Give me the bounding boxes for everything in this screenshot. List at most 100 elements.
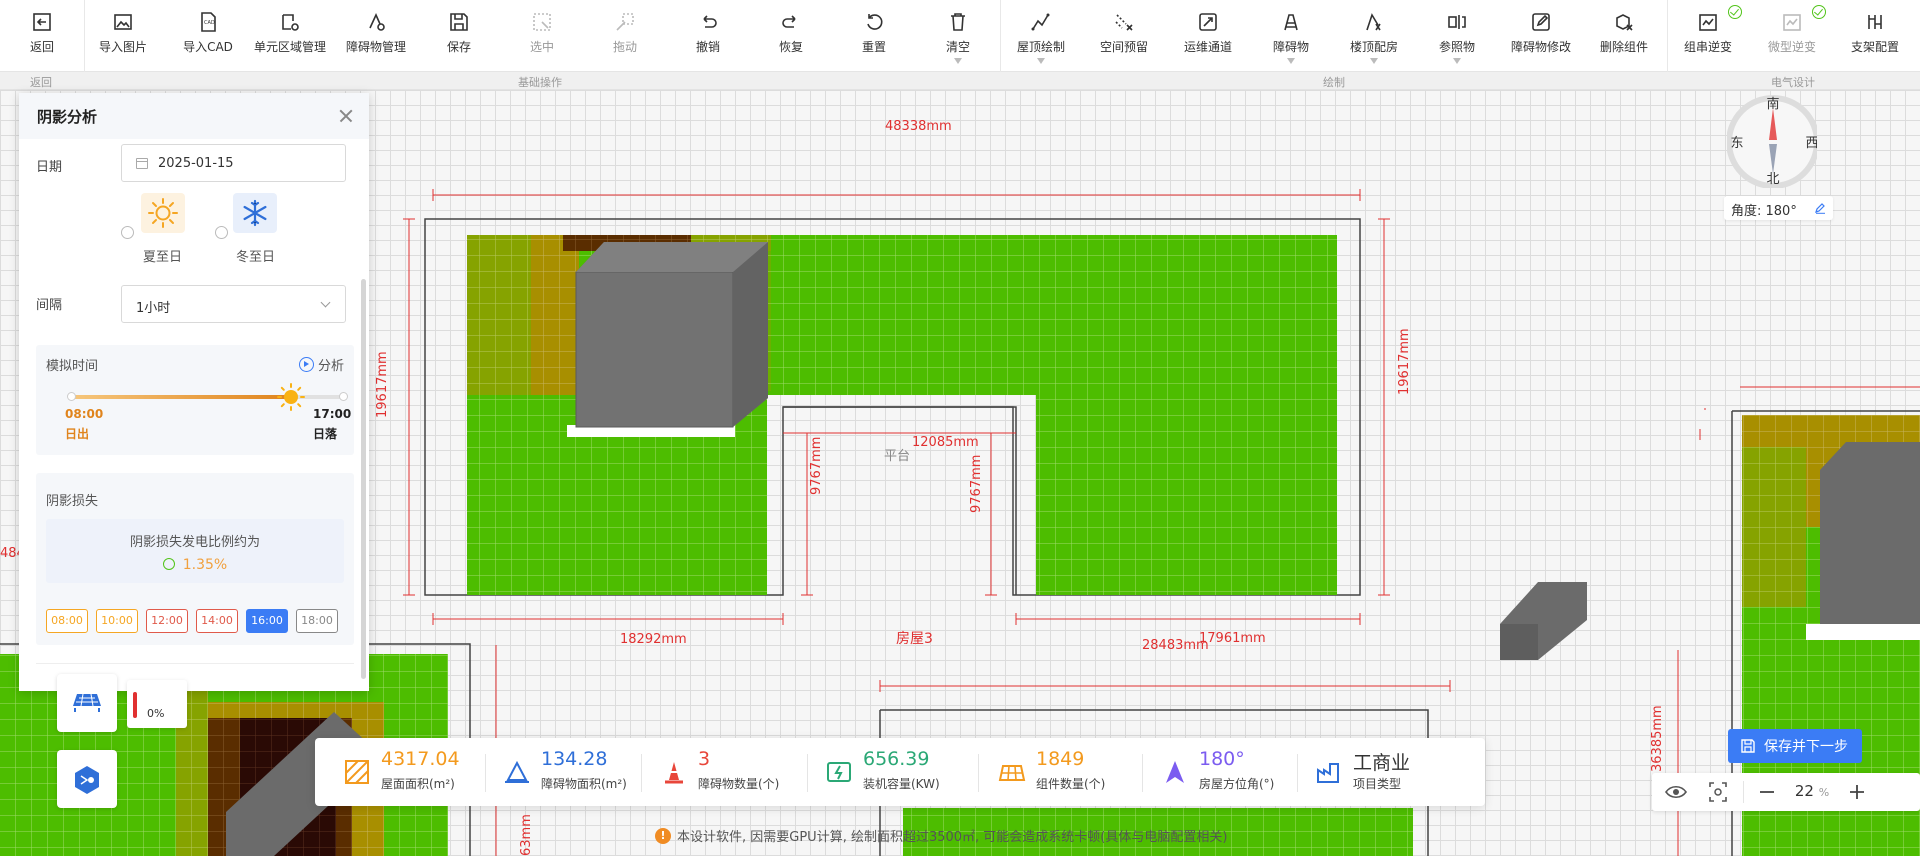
compass-north: 北 bbox=[1766, 172, 1779, 187]
refresh-icon bbox=[162, 558, 175, 570]
obstacle-box[interactable] bbox=[1500, 582, 1587, 660]
hour-button-1400[interactable]: 14:00 bbox=[196, 609, 238, 633]
string-inverter-icon bbox=[1699, 14, 1717, 31]
tool-space-reserve[interactable]: 空间预留 bbox=[1084, 6, 1164, 56]
zoom-out-icon[interactable] bbox=[1752, 773, 1782, 811]
edit-icon[interactable] bbox=[1814, 202, 1826, 214]
tool-save[interactable]: 保存 bbox=[419, 6, 499, 56]
capacity-icon bbox=[827, 762, 851, 782]
zoom-value[interactable]: 22 % bbox=[1787, 782, 1837, 802]
tool-label: 微型逆变 bbox=[1767, 40, 1816, 54]
tool-cad-import[interactable]: CAD 导入CAD bbox=[168, 6, 248, 56]
tool-label: 参照物 bbox=[1438, 40, 1475, 54]
tool-bracket-config[interactable]: 支架配置 bbox=[1835, 6, 1915, 56]
toolbar-divider bbox=[84, 0, 85, 72]
redo-icon bbox=[782, 15, 796, 28]
stat-divider bbox=[485, 754, 486, 792]
interval-value: 1小时 bbox=[136, 301, 171, 316]
shadow-loss-summary: 阴影损失发电比例约为 1.35% bbox=[46, 519, 344, 583]
zoom-divider bbox=[1743, 781, 1744, 803]
tool-image-import[interactable]: 导入图片 bbox=[83, 6, 163, 56]
zoom-in-icon[interactable] bbox=[1842, 773, 1872, 811]
building-main[interactable] bbox=[424, 218, 1361, 596]
stat-value: 180° bbox=[1199, 748, 1245, 770]
tool-label: 障碍物 bbox=[1272, 40, 1309, 54]
hour-button-1600[interactable]: 16:00 bbox=[246, 609, 288, 633]
fit-screen-icon[interactable] bbox=[1704, 773, 1732, 811]
tool-label: 单元区域管理 bbox=[253, 40, 326, 54]
tool-micro-inverter[interactable]: 微型逆变 bbox=[1752, 5, 1832, 56]
summer-solstice-radio[interactable] bbox=[121, 226, 134, 239]
tool-label: 组串逆变 bbox=[1683, 40, 1732, 54]
micro-inverter-icon bbox=[1783, 14, 1801, 31]
component-tool-button[interactable] bbox=[57, 750, 117, 808]
stat-label: 障碍物面积(m²) bbox=[541, 777, 627, 791]
caret-down-icon bbox=[1287, 58, 1295, 64]
tool-undo[interactable]: 撤销 bbox=[668, 6, 748, 56]
time-slider[interactable] bbox=[67, 383, 348, 411]
summer-solstice-label: 夏至日 bbox=[143, 250, 183, 265]
clear-icon bbox=[951, 13, 965, 31]
tool-obstacle-edit[interactable]: 障碍物修改 bbox=[1501, 6, 1581, 56]
close-icon[interactable] bbox=[335, 105, 357, 127]
shadow-loss-title: 阴影损失 bbox=[46, 494, 99, 509]
compass[interactable]: 南 东 西 北 bbox=[1726, 94, 1820, 189]
tool-reset[interactable]: 重置 bbox=[834, 6, 914, 56]
sim-time-title: 模拟时间 bbox=[46, 359, 99, 374]
eye-icon[interactable] bbox=[1662, 773, 1690, 811]
tool-drag[interactable]: 拖动 bbox=[585, 6, 665, 56]
interval-select[interactable]: 1小时 bbox=[121, 285, 346, 323]
toolbar-divider bbox=[1000, 0, 1001, 72]
tool-roof-draw[interactable]: 屋顶绘制 bbox=[1001, 6, 1081, 64]
tool-obstacle[interactable]: 障碍物 bbox=[1251, 6, 1331, 64]
tool-redo[interactable]: 恢复 bbox=[751, 6, 831, 56]
stat-value: 1849 bbox=[1036, 748, 1085, 770]
hour-button-1200[interactable]: 12:00 bbox=[146, 609, 188, 633]
dim-inner-width: 12085mm bbox=[912, 435, 979, 450]
toolbar-group-bar: 返回 基础操作 绘制 电气设计 bbox=[0, 72, 1920, 90]
tool-reference[interactable]: 参照物 bbox=[1417, 6, 1497, 64]
notice-text: 本设计软件, 因需要GPU计算, 绘制面积超过3500㎡, 可能会造成系统卡顿(… bbox=[677, 830, 1228, 845]
save-icon bbox=[450, 13, 468, 31]
tool-maintenance-channel[interactable]: 运维通道 bbox=[1168, 6, 1248, 56]
stat-label: 项目类型 bbox=[1353, 777, 1402, 791]
dim-inner-h2: 9767mm bbox=[969, 455, 984, 513]
save-and-next-button[interactable]: 保存并下一步 bbox=[1728, 729, 1862, 763]
azimuth-icon bbox=[1166, 761, 1184, 783]
stat-label: 组件数量(个) bbox=[1036, 777, 1106, 791]
analyze-button[interactable]: 分析 bbox=[298, 355, 344, 374]
tool-label: 返回 bbox=[29, 40, 54, 54]
shadow-loss-box: 阴影损失 阴影损失发电比例约为 1.35% 08:00 10:00 12:00 14:… bbox=[36, 473, 354, 645]
project-type-icon bbox=[1317, 763, 1339, 783]
tool-exit[interactable]: 返回 bbox=[2, 6, 82, 56]
traffic-cone-icon bbox=[665, 762, 683, 784]
tool-label: 导入图片 bbox=[98, 40, 147, 54]
tool-region-manage[interactable]: 单元区域管理 bbox=[250, 6, 330, 56]
hour-button-1000[interactable]: 10:00 bbox=[96, 609, 138, 633]
hour-button-0800[interactable]: 08:00 bbox=[46, 609, 88, 633]
panel-scrollbar[interactable] bbox=[361, 279, 366, 679]
stat-value: 4317.04 bbox=[381, 748, 460, 770]
tool-string-inverter[interactable]: 组串逆变 bbox=[1668, 5, 1748, 56]
exit-icon bbox=[33, 13, 51, 31]
solar-panel-tool-button[interactable] bbox=[57, 674, 117, 732]
date-input[interactable]: 2025-01-15 bbox=[121, 144, 346, 182]
stat-label: 屋面面积(m²) bbox=[381, 777, 455, 791]
stat-divider bbox=[978, 754, 979, 792]
stat-value: 134.28 bbox=[541, 748, 608, 770]
tool-obstacle-manage[interactable]: 障碍物管理 bbox=[336, 6, 416, 56]
tool-label: 导入CAD bbox=[183, 40, 233, 54]
start-time: 08:00 bbox=[65, 407, 104, 421]
hour-button-1800[interactable]: 18:00 bbox=[296, 609, 338, 633]
tool-select[interactable]: 选中 bbox=[502, 6, 582, 56]
stat-divider bbox=[1142, 754, 1143, 792]
tool-rooftop-room[interactable]: 楼顶配房 bbox=[1334, 6, 1414, 64]
slider-start-dot bbox=[67, 392, 76, 401]
stat-divider bbox=[1297, 754, 1298, 792]
tool-delete-component[interactable]: 删除组件 bbox=[1584, 6, 1664, 56]
winter-solstice-radio[interactable] bbox=[215, 226, 228, 239]
select-icon bbox=[533, 13, 551, 31]
tool-clear[interactable]: 清空 bbox=[918, 6, 998, 64]
slider-sun-handle[interactable] bbox=[277, 383, 306, 411]
roof-draw-icon bbox=[1031, 13, 1050, 31]
